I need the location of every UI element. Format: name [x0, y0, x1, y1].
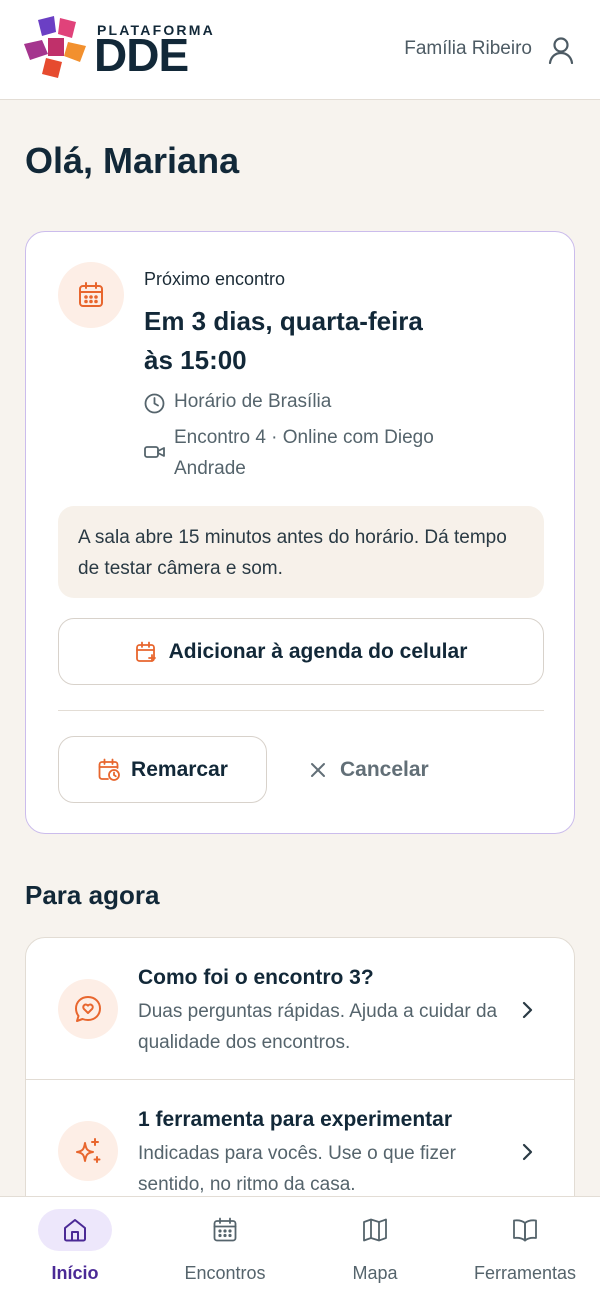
video-icon	[144, 446, 165, 458]
meeting-details: Encontro 4 · Online com Diego Andrade	[174, 427, 434, 479]
nav-label: Encontros	[184, 1263, 266, 1283]
logo-mark-icon	[24, 16, 86, 78]
next-meeting-label: Próximo encontro	[144, 269, 286, 289]
calendar-icon	[213, 1217, 237, 1242]
family-name[interactable]: Família Ribeiro	[404, 38, 532, 60]
cancel-label: Cancelar	[340, 757, 429, 781]
logo-big-text: DDE	[94, 29, 189, 81]
clock-icon	[144, 393, 165, 414]
chevron-right-icon	[522, 1143, 533, 1161]
list-item-description: Duas perguntas rápidas. Ajuda a cuidar d…	[138, 1001, 498, 1053]
app-header: PLATAFORMA DDE Família Ribeiro	[0, 0, 600, 100]
book-icon	[513, 1219, 537, 1242]
list-item-title: 1 ferramenta para experimentar	[138, 1108, 452, 1131]
page-title: Olá, Mariana	[25, 140, 240, 181]
nav-item-mapa[interactable]: Mapa	[300, 1197, 450, 1298]
home-icon	[64, 1219, 86, 1242]
nav-item-encontros[interactable]: Encontros	[150, 1197, 300, 1298]
nav-label: Ferramentas	[473, 1263, 577, 1283]
close-icon	[311, 762, 325, 777]
map-icon	[363, 1218, 387, 1242]
list-item[interactable]: Como foi o encontro 3? Duas perguntas rá…	[26, 938, 574, 1080]
nav-item-ferramentas[interactable]: Ferramentas	[450, 1197, 600, 1298]
add-to-calendar-label: Adicionar à agenda do celular	[168, 639, 468, 663]
calendar-clock-icon	[98, 758, 120, 781]
section-title: Para agora	[25, 880, 160, 910]
add-to-calendar-button[interactable]: Adicionar à agenda do celular	[58, 618, 544, 685]
tip-box: A sala abre 15 minutos antes do horário.…	[58, 506, 544, 598]
calendar-badge	[58, 262, 124, 328]
cancel-button[interactable]: Cancelar	[310, 736, 456, 803]
nav-label: Mapa	[352, 1263, 398, 1283]
reschedule-label: Remarcar	[131, 757, 228, 781]
user-icon[interactable]	[548, 36, 574, 64]
chevron-right-icon	[522, 1001, 533, 1019]
nav-item-inicio[interactable]: Início	[0, 1197, 150, 1298]
dde-logo[interactable]: PLATAFORMA DDE	[24, 16, 224, 80]
list-item-description: Indicadas para vocês. Use o que fizer se…	[138, 1143, 456, 1195]
heart-chat-icon	[75, 996, 101, 1022]
next-meeting-card: Próximo encontro Em 3 dias, quarta-feira…	[25, 231, 575, 834]
tool-badge	[58, 1121, 118, 1181]
feedback-badge	[58, 979, 118, 1039]
timezone-text: Horário de Brasília	[174, 391, 332, 412]
sparkle-icon	[76, 1138, 101, 1163]
calendar-icon	[79, 282, 103, 307]
divider	[58, 710, 544, 711]
reschedule-button[interactable]: Remarcar	[58, 736, 267, 803]
bottom-nav: Início Encontros Mapa Ferramentas	[0, 1196, 600, 1298]
nav-label: Início	[51, 1263, 99, 1283]
calendar-add-icon	[135, 641, 156, 662]
list-item-title: Como foi o encontro 3?	[138, 966, 374, 989]
next-meeting-title: Em 3 dias, quarta-feira às 15:00	[144, 306, 423, 375]
